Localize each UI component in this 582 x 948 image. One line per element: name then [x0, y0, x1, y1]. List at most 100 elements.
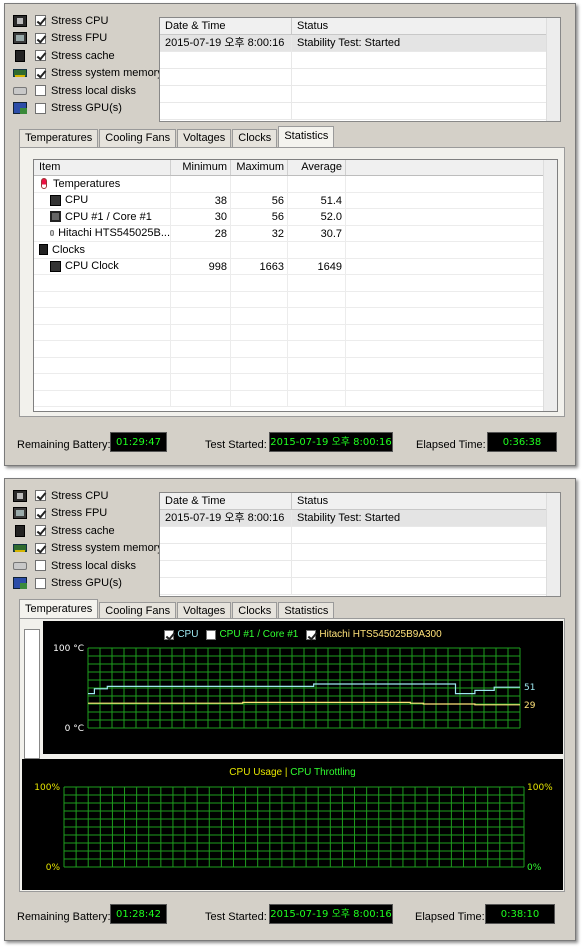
stress-option-checkbox[interactable]: [35, 102, 46, 114]
stress-option-checkbox[interactable]: [35, 560, 46, 572]
stress-option-row[interactable]: Stress CPU: [13, 487, 163, 505]
statistics-header: Item Minimum Maximum Average: [34, 160, 557, 176]
statistics-row[interactable]: CPU 38 56 51.4: [34, 192, 557, 209]
hard-drive-icon: [50, 230, 55, 237]
stress-option-checkbox[interactable]: [35, 50, 46, 62]
stress-option-row[interactable]: Stress local disks: [13, 557, 163, 575]
tab-temperatures[interactable]: Temperatures: [19, 129, 99, 147]
cell-min: [171, 308, 231, 324]
stress-option-checkbox[interactable]: [35, 85, 46, 97]
statistics-table: Item Minimum Maximum Average Temperature…: [33, 159, 558, 412]
log-row[interactable]: [160, 527, 560, 544]
cpu-chip-icon: [13, 14, 27, 27]
log-header-date[interactable]: Date & Time: [160, 18, 292, 34]
log-row[interactable]: 2015-07-19 오후 8:00:16 Stability Test: Sta…: [160, 35, 560, 52]
log-row[interactable]: [160, 52, 560, 69]
log-scrollbar[interactable]: [546, 18, 560, 121]
cell-min: 28: [171, 225, 231, 241]
tab-voltages[interactable]: Voltages: [177, 129, 232, 147]
remaining-battery-label: Remaining Battery:: [17, 439, 111, 451]
log-status-cell: [292, 69, 560, 85]
cell-min: [171, 390, 231, 406]
statistics-row[interactable]: [34, 374, 557, 391]
log-row[interactable]: [160, 578, 560, 595]
stress-option-label: Stress local disks: [51, 559, 136, 572]
cell-max: 56: [231, 192, 288, 208]
stress-option-row[interactable]: Stress GPU(s): [13, 100, 163, 118]
statistics-panel: Item Minimum Maximum Average Temperature…: [19, 147, 565, 417]
stress-option-checkbox[interactable]: [35, 32, 46, 44]
statistics-row[interactable]: Hitachi HTS545025B... 28 32 30.7: [34, 225, 557, 242]
log-header-status[interactable]: Status: [292, 18, 560, 34]
stress-option-row[interactable]: Stress local disks: [13, 82, 163, 100]
chart-scale-slider[interactable]: [24, 629, 40, 759]
tab-clocks[interactable]: Clocks: [232, 129, 278, 147]
stress-option-label: Stress GPU(s): [51, 102, 122, 115]
tab-temperatures[interactable]: Temperatures: [19, 599, 99, 620]
cell-avg: [288, 308, 346, 324]
column-average[interactable]: Average: [288, 160, 346, 175]
stress-option-row[interactable]: Stress cache: [13, 47, 163, 65]
cell-avg: [288, 390, 346, 406]
stress-option-checkbox[interactable]: [35, 490, 46, 502]
stress-option-row[interactable]: Stress FPU: [13, 30, 163, 48]
stress-option-checkbox[interactable]: [35, 67, 46, 79]
log-body: 2015-07-19 오후 8:00:16 Stability Test: Sta…: [160, 35, 560, 120]
elapsed-time-value: 0:36:38: [487, 432, 557, 452]
log-row[interactable]: [160, 544, 560, 561]
tab-statistics[interactable]: Statistics: [278, 126, 335, 147]
statistics-row[interactable]: [34, 275, 557, 292]
cell-avg: [288, 341, 346, 357]
stress-option-row[interactable]: Stress system memory: [13, 65, 163, 83]
stress-option-row[interactable]: Stress FPU: [13, 505, 163, 523]
stress-option-checkbox[interactable]: [35, 577, 46, 589]
log-date-cell: [160, 578, 292, 594]
statistics-scrollbar[interactable]: [543, 160, 557, 411]
log-row[interactable]: [160, 86, 560, 103]
cell-min: [171, 374, 231, 390]
statistics-row[interactable]: [34, 341, 557, 358]
stress-option-checkbox[interactable]: [35, 15, 46, 27]
statistics-row[interactable]: Clocks: [34, 242, 557, 259]
column-maximum[interactable]: Maximum: [231, 160, 288, 175]
stress-option-label: Stress local disks: [51, 84, 136, 97]
statistics-row[interactable]: [34, 357, 557, 374]
temperature-chart: CPU CPU #1 / Core #1 Hitachi HTS545025B9A3…: [43, 621, 563, 754]
log-row[interactable]: [160, 69, 560, 86]
tab-cooling-fans[interactable]: Cooling Fans: [99, 129, 177, 147]
stress-option-checkbox[interactable]: [35, 525, 46, 537]
cell-item: CPU #1 / Core #1: [34, 209, 171, 225]
stress-option-row[interactable]: Stress CPU: [13, 12, 163, 30]
statistics-row[interactable]: CPU #1 / Core #1 30 56 52.0: [34, 209, 557, 226]
statistics-row[interactable]: [34, 308, 557, 325]
column-minimum[interactable]: Minimum: [171, 160, 231, 175]
statistics-row[interactable]: [34, 291, 557, 308]
stress-option-checkbox[interactable]: [35, 507, 46, 519]
log-row[interactable]: 2015-07-19 오후 8:00:16 Stability Test: Sta…: [160, 510, 560, 527]
y-axis-right-bottom-label: 0%: [527, 863, 542, 873]
thermometer-icon: [41, 178, 47, 190]
statistics-row[interactable]: Temperatures: [34, 176, 557, 193]
log-scrollbar[interactable]: [546, 493, 560, 596]
cell-item: [34, 275, 171, 291]
log-row[interactable]: [160, 561, 560, 578]
item-label: CPU #1 / Core #1: [65, 210, 152, 223]
cell-item: [34, 357, 171, 373]
log-row[interactable]: [160, 103, 560, 120]
item-label: Hitachi HTS545025B...: [58, 227, 170, 240]
statistics-row[interactable]: CPU Clock 998 1663 1649: [34, 258, 557, 275]
stress-option-checkbox[interactable]: [35, 542, 46, 554]
statistics-row[interactable]: [34, 390, 557, 407]
column-item[interactable]: Item: [34, 160, 171, 175]
log-header-date[interactable]: Date & Time: [160, 493, 292, 509]
test-started-value: 2015-07-19 오후 8:00:16: [269, 904, 393, 924]
stability-test-window-statistics: Stress CPU Stress FPU Stress cache Stress s…: [4, 3, 576, 466]
stress-option-label: Stress GPU(s): [51, 577, 122, 590]
cell-min: 998: [171, 258, 231, 274]
log-header-status[interactable]: Status: [292, 493, 560, 509]
stress-option-row[interactable]: Stress system memory: [13, 540, 163, 558]
statistics-row[interactable]: [34, 324, 557, 341]
stress-option-row[interactable]: Stress cache: [13, 522, 163, 540]
stress-option-row[interactable]: Stress GPU(s): [13, 575, 163, 593]
cell-min: [171, 242, 231, 258]
